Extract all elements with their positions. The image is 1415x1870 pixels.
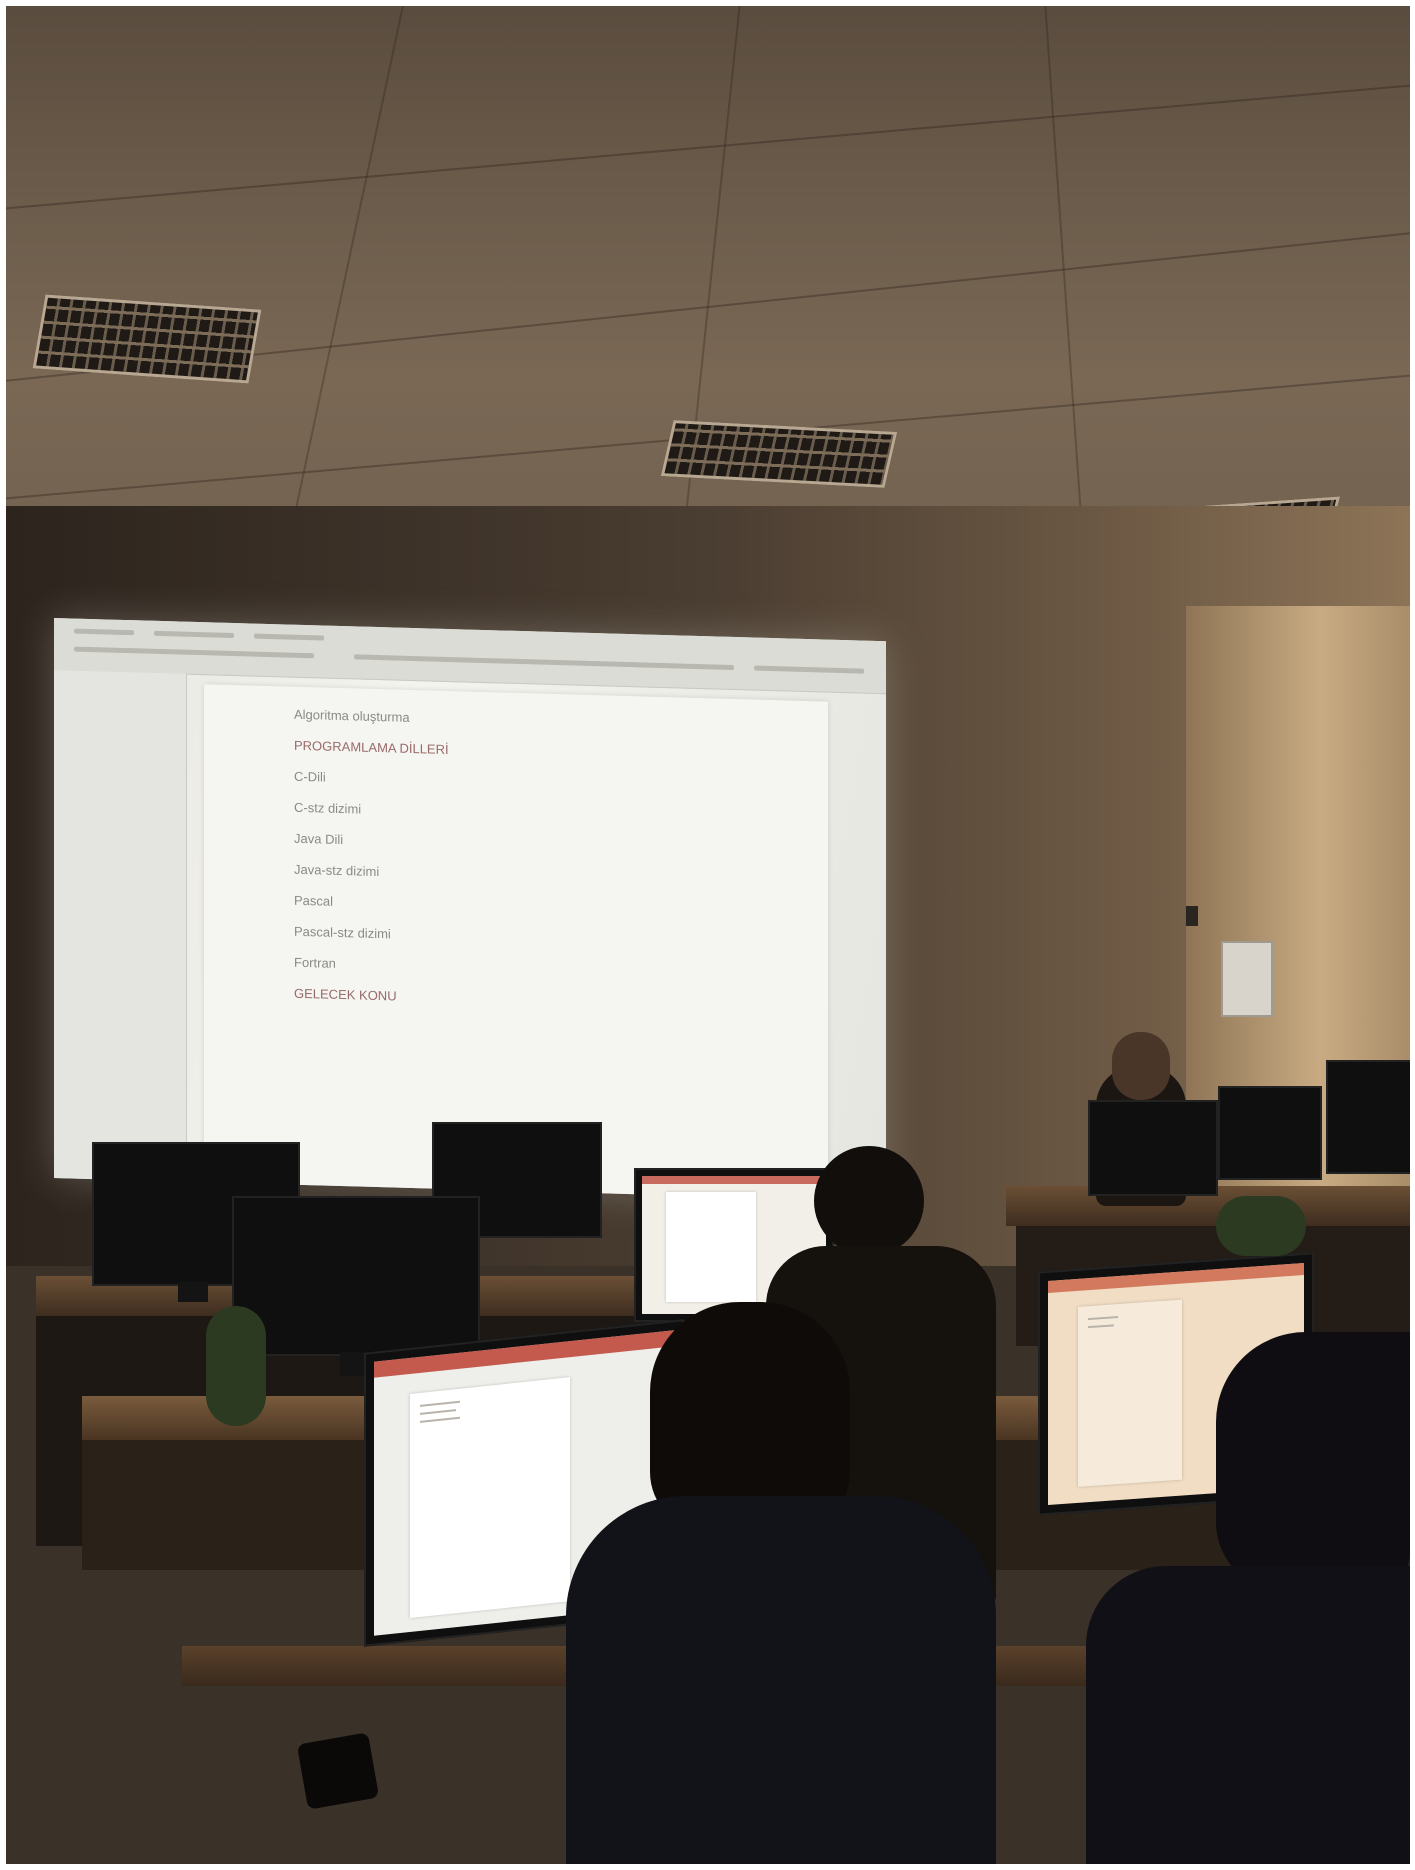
monitor-off [232, 1196, 480, 1356]
projected-navigation-pane [54, 670, 187, 1182]
projected-line: Java-stz dizimi [294, 861, 380, 880]
chair [206, 1306, 266, 1426]
student-front-right-body [1086, 1566, 1410, 1864]
projected-line: Pascal-stz dizimi [294, 923, 391, 942]
projection-screen: Algoritma oluşturma PROGRAMLAMA DİLLERİ … [54, 618, 886, 1202]
student-front-center-body [566, 1496, 996, 1864]
teacher-head [1112, 1032, 1170, 1100]
student-middle-back [814, 1146, 924, 1256]
monitor-off [1218, 1086, 1322, 1180]
projected-heading: GELECEK KONU [294, 985, 397, 1004]
projected-line: Java Dili [294, 830, 344, 848]
wall-electrical-panel [1221, 941, 1273, 1017]
ceiling-vent-left [32, 294, 262, 384]
chair [1216, 1196, 1306, 1256]
monitor-off [1326, 1060, 1410, 1174]
ceiling-vent-center [660, 420, 898, 488]
projected-line: C-Dili [294, 768, 326, 785]
projected-line: Algoritma oluşturma [294, 706, 410, 725]
projected-heading: PROGRAMLAMA DİLLERİ [294, 737, 449, 758]
student-front-right-head [1216, 1332, 1410, 1592]
monitor-off [1088, 1100, 1218, 1196]
projected-line: C-stz dizimi [294, 799, 362, 817]
phone [296, 1732, 380, 1810]
projected-line: Fortran [294, 954, 336, 971]
projected-line: Pascal [294, 892, 334, 909]
classroom-photo: Algoritma oluşturma PROGRAMLAMA DİLLERİ … [6, 6, 1410, 1864]
wall-outlet [1186, 906, 1198, 926]
